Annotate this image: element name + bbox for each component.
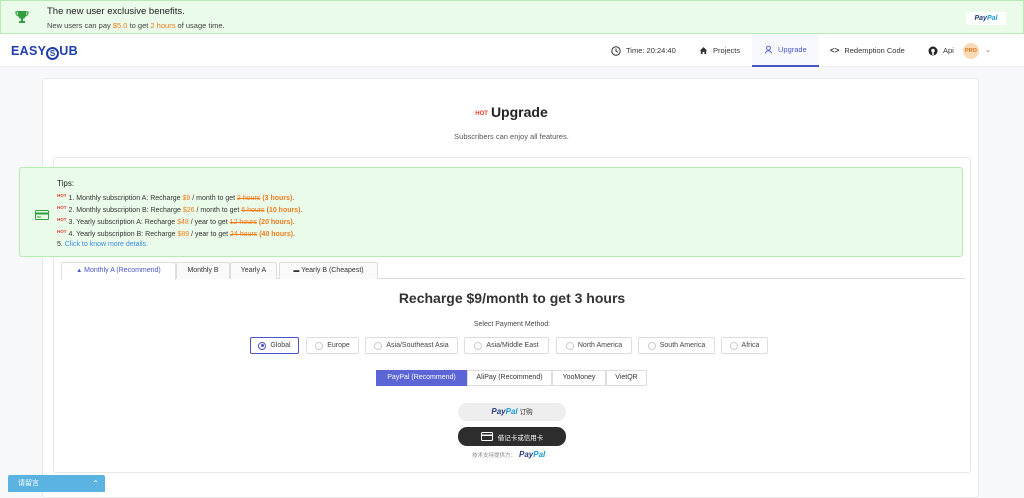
avatar[interactable]: PRO (963, 43, 979, 59)
credit-card-icon (35, 207, 49, 225)
details-link[interactable]: Click to know more details. (65, 241, 148, 248)
promo-banner: The new user exclusive benefits. New use… (0, 0, 1024, 34)
paypal-subscribe-button[interactable]: PayPal 订购 (458, 403, 566, 421)
leave-message-widget[interactable]: 请留言 ⌃ (8, 475, 105, 492)
tab-yearly-a[interactable]: Yearly A (230, 262, 277, 279)
tab-yearly-b[interactable]: ▬ Yearly B (Cheapest) (279, 262, 378, 279)
method-alipay[interactable]: AliPay (Recommend) (467, 370, 552, 386)
hot-icon: HOT (475, 111, 488, 117)
github-icon (928, 46, 938, 55)
tab-monthly-b[interactable]: Monthly B (176, 262, 230, 279)
user-badge-icon (764, 45, 773, 54)
clock-icon (611, 45, 621, 56)
tips-box: Tips: HOT 1. Monthly subscription A: Rech… (19, 167, 963, 257)
page-title: HOT Upgrade (475, 104, 548, 120)
home-icon (699, 47, 708, 55)
tip-line: HOT 2. Monthly subscription B: Recharge $… (57, 205, 303, 214)
radio-icon (474, 341, 483, 350)
credit-card-icon (480, 432, 493, 441)
tip-line: HOT 3. Yearly subscription A: Recharge $4… (57, 217, 295, 226)
flame-icon: ▲ (76, 268, 83, 274)
plan-tabs: ▲ Monthly A (Recommend) Monthly B Yearly… (61, 262, 965, 280)
region-north-america[interactable]: North America (556, 337, 632, 354)
method-paypal[interactable]: PayPal (Recommend) (376, 370, 467, 386)
radio-icon (258, 341, 267, 350)
method-yoomoney[interactable]: YooMoney (552, 370, 606, 386)
radio-icon (315, 341, 324, 350)
card-icon: ▬ (293, 268, 300, 274)
tab-monthly-a[interactable]: ▲ Monthly A (Recommend) (61, 262, 176, 280)
recharge-title: Recharge $9/month to get 3 hours (398, 290, 626, 306)
region-asia-middle-east[interactable]: Asia/Middle East (464, 337, 549, 354)
chevron-up-icon: ⌃ (92, 479, 99, 488)
top-navbar: EASY S UB Time: 20:24:40 Projects Upgrade … (0, 34, 1024, 67)
paypal-badge[interactable]: PayPal (966, 12, 1006, 25)
region-europe[interactable]: Europe (306, 337, 359, 354)
nav-api[interactable]: Api (928, 34, 954, 67)
tips-heading: Tips: (57, 179, 75, 188)
tip-line: HOT 1. Monthly subscription A: Recharge $… (57, 193, 295, 202)
payment-method-label: Select Payment Method: (473, 321, 551, 328)
tip-line: 5. Click to know more details. (57, 241, 149, 248)
debit-credit-card-button[interactable]: 借记卡或信用卡 (458, 427, 566, 446)
region-south-america[interactable]: South America (638, 337, 715, 354)
radio-icon (565, 341, 574, 350)
chevron-down-icon[interactable]: ⌄ (985, 46, 991, 54)
trophy-icon (15, 10, 29, 29)
nav-redemption-code[interactable]: <> Redemption Code (830, 34, 905, 67)
method-vietqr[interactable]: VietQR (606, 370, 647, 386)
radio-icon (729, 341, 738, 350)
powered-by-paypal: 技术支持提供方： PayPal (472, 450, 546, 459)
region-global[interactable]: Global (250, 337, 299, 354)
banner-title: The new user exclusive benefits. (47, 6, 185, 17)
region-africa[interactable]: Africa (721, 337, 768, 354)
easysub-logo[interactable]: EASY S UB (11, 44, 78, 60)
region-asia-southeast[interactable]: Asia/Southeast Asia (365, 337, 458, 354)
nav-projects[interactable]: Projects (699, 34, 740, 67)
code-icon: <> (830, 46, 840, 55)
nav-upgrade[interactable]: Upgrade (752, 34, 819, 67)
tip-line: HOT 4. Yearly subscription B: Recharge $8… (57, 229, 296, 238)
banner-subtitle: New users can pay $5.0 to get 2 hours of… (47, 21, 225, 30)
nav-time: Time: 20:24:40 (611, 34, 676, 67)
page-subtitle: Subscribers can enjoy all features. (454, 132, 569, 141)
radio-icon (647, 341, 656, 350)
radio-icon (374, 341, 383, 350)
